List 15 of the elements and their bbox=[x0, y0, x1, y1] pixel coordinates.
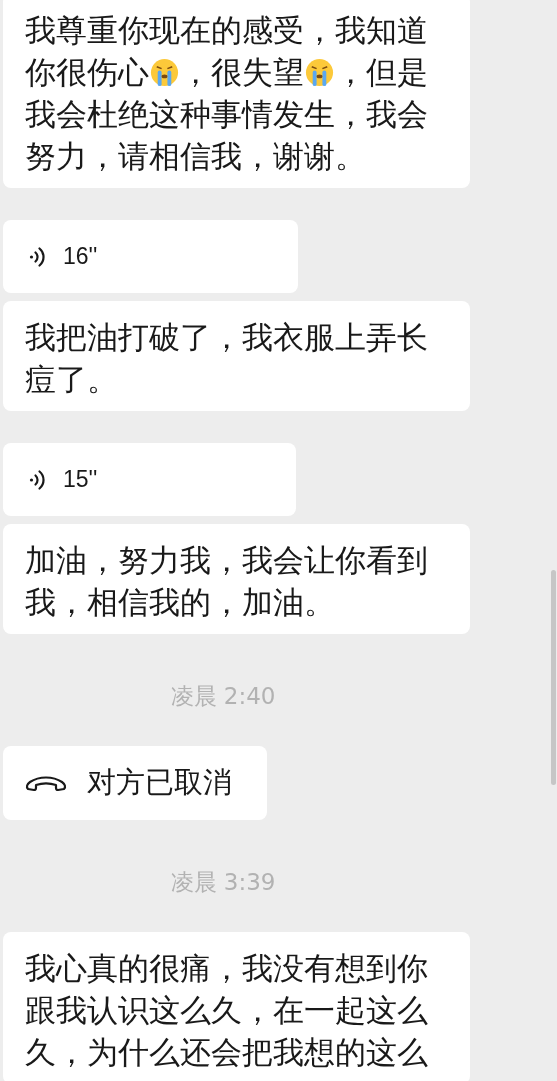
message-text: 我尊重你现在的感受，我知道你很伤心 ，很失望 ，但是我会杜绝这种事情发生，我会努力，请相信我，谢谢。 bbox=[25, 11, 429, 176]
crying-emoji-icon bbox=[149, 57, 180, 88]
hang-up-phone-icon bbox=[25, 773, 67, 793]
transcript-text: 我把油打破了，我衣服上弄长痘了。 bbox=[25, 318, 429, 399]
transcript-text: 加油，努力我，我会让你看到我，相信我的，加油。 bbox=[25, 541, 429, 622]
scrollbar[interactable] bbox=[551, 570, 556, 785]
crying-emoji-icon bbox=[304, 57, 335, 88]
voice-wave-icon bbox=[29, 468, 45, 491]
message-text: 我心真的很痛，我没有想到你跟我认识这么久，在一起这么久，为什么还会把我想的这么 bbox=[25, 949, 429, 1072]
timestamp: 凌晨 2:40 bbox=[170, 683, 276, 709]
voice-wave-icon bbox=[29, 245, 45, 268]
timestamp: 凌晨 3:39 bbox=[170, 869, 276, 895]
voice-message[interactable]: 15'' bbox=[3, 443, 296, 516]
voice-message[interactable]: 16'' bbox=[3, 220, 298, 293]
call-message[interactable]: 对方已取消 bbox=[3, 746, 267, 820]
